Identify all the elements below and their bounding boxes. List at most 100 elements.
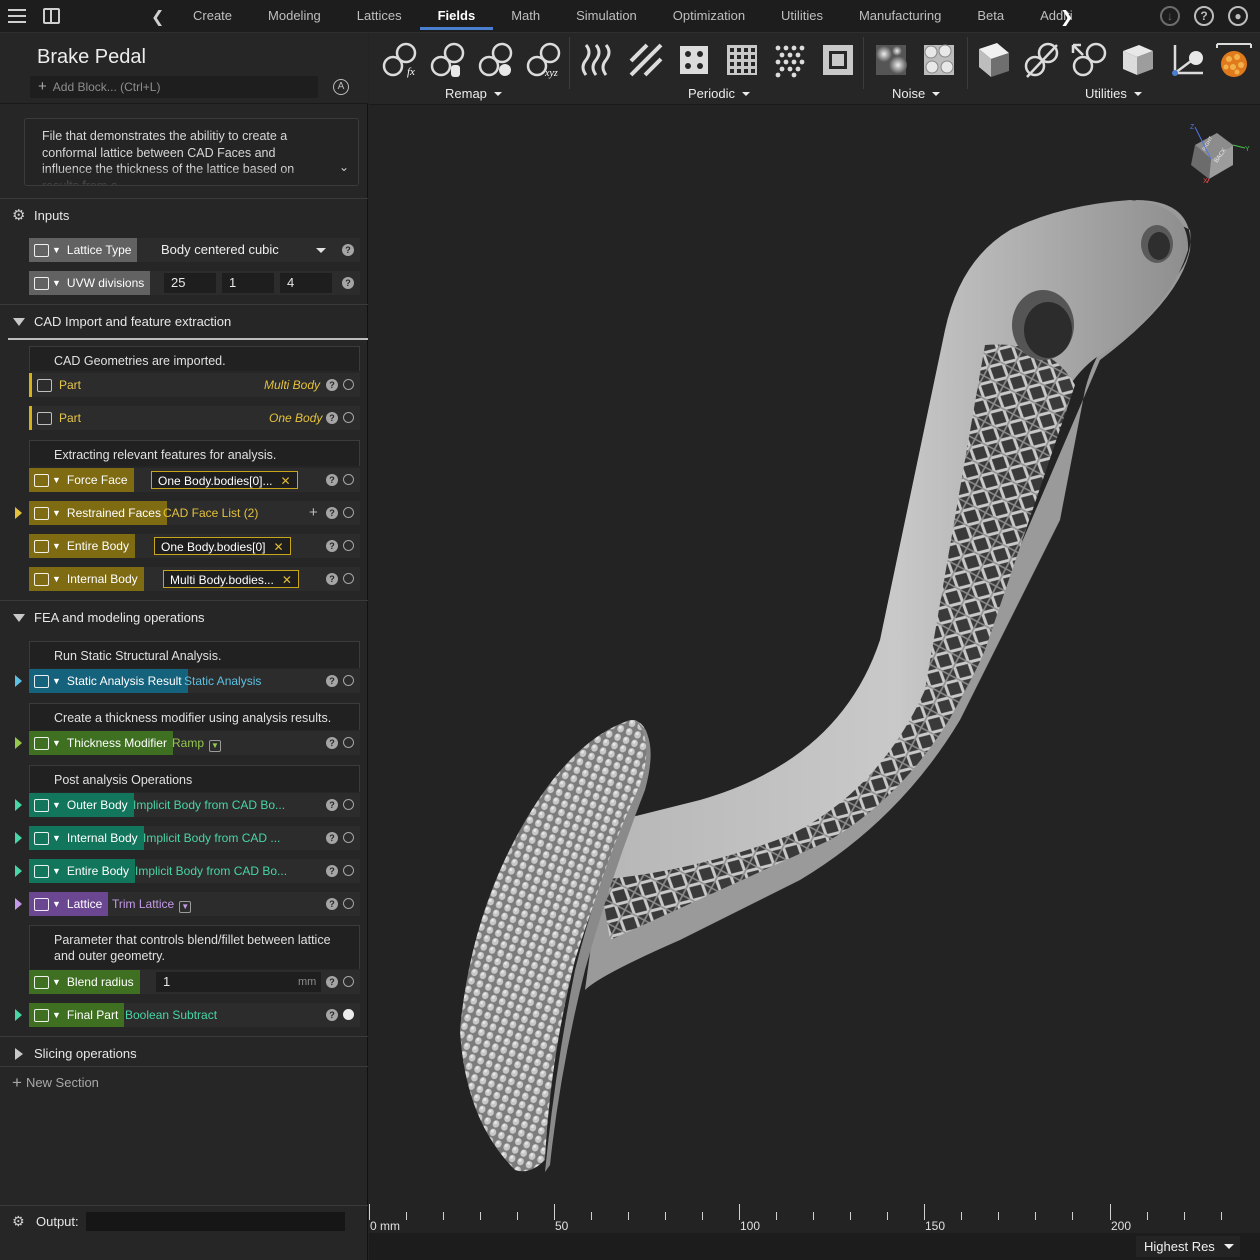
outer-body-chip[interactable]: ▼ Outer Body <box>29 793 134 817</box>
utilities-group-label[interactable]: Utilities <box>1085 86 1142 101</box>
download-icon[interactable]: ↓ <box>1160 6 1180 26</box>
help-icon[interactable]: ? <box>326 412 338 424</box>
lattice-type-select[interactable]: Body centered cubic <box>154 238 334 262</box>
force-face-value[interactable]: One Body.bodies[0]... ✕ <box>151 471 298 489</box>
uvw-chip[interactable]: ▼ UVW divisions <box>29 271 151 295</box>
thickness-modifier-chip[interactable]: ▼ Thickness Modifier <box>29 731 173 755</box>
remove-icon[interactable]: ✕ <box>281 474 291 488</box>
tab-beta[interactable]: Beta <box>959 0 1022 32</box>
chevron-left-icon[interactable]: ❮ <box>151 7 165 26</box>
cube-outline-icon[interactable] <box>1117 39 1159 81</box>
help-icon[interactable]: ? <box>326 799 338 811</box>
3d-viewport[interactable]: BACK RIGHT Z Y X <box>369 105 1260 1233</box>
new-section-button[interactable]: + New Section <box>12 1073 99 1093</box>
tab-utilities[interactable]: Utilities <box>763 0 841 32</box>
user-account-icon[interactable]: ● <box>1228 6 1248 26</box>
remove-icon[interactable]: ✕ <box>282 573 292 587</box>
help-icon[interactable]: ? <box>326 898 338 910</box>
help-icon[interactable]: ? <box>326 507 338 519</box>
dots-periodic-icon[interactable] <box>673 39 715 81</box>
add-icon[interactable]: + <box>309 501 318 525</box>
outer-body-value[interactable]: Implicit Body from CAD Bo... <box>133 793 285 817</box>
expand-triangle-icon[interactable] <box>15 865 22 877</box>
output-port-icon[interactable] <box>343 976 354 987</box>
entire-body-chip[interactable]: ▼ Entire Body <box>29 534 135 558</box>
voronoi-sphere-icon[interactable] <box>1213 39 1255 81</box>
internal-body-value[interactable]: Multi Body.bodies... ✕ <box>163 570 299 588</box>
lattice-type-chip[interactable]: ▼ Lattice Type <box>29 238 138 262</box>
toggle-panel-icon[interactable] <box>43 8 60 24</box>
add-block-input[interactable]: + Add Block... (Ctrl+L) <box>30 76 318 98</box>
tab-fields[interactable]: Fields <box>419 0 494 32</box>
help-icon[interactable]: ? <box>342 244 354 256</box>
expand-triangle-icon[interactable] <box>15 799 22 811</box>
help-icon[interactable]: ? <box>326 832 338 844</box>
part-chip[interactable]: Part <box>29 373 88 397</box>
remap-fx-icon[interactable]: fx <box>379 39 421 81</box>
final-part-value[interactable]: Boolean Subtract <box>125 1003 217 1027</box>
remap-sphere-icon[interactable] <box>475 39 517 81</box>
remap-cylinder-icon[interactable] <box>427 39 469 81</box>
lattice-chip[interactable]: ▼ Lattice <box>29 892 109 916</box>
force-face-chip[interactable]: ▼ Force Face <box>29 468 134 492</box>
part-filename[interactable]: One Body <box>269 406 322 430</box>
expand-triangle-icon[interactable] <box>15 737 22 749</box>
help-icon[interactable]: ? <box>326 865 338 877</box>
smart-search-icon[interactable]: A <box>333 79 349 95</box>
uvw-u-input[interactable]: 25 <box>164 273 216 293</box>
uvw-w-input[interactable]: 4 <box>280 273 332 293</box>
output-port-icon[interactable] <box>343 799 354 810</box>
chevron-down-icon[interactable]: ▼ <box>179 901 192 913</box>
help-icon[interactable]: ? <box>342 277 354 289</box>
periodic-group-label[interactable]: Periodic <box>688 86 750 101</box>
fea-section-header[interactable]: FEA and modeling operations <box>0 600 368 634</box>
lattice-value[interactable]: Trim Lattice ▼ <box>112 892 192 916</box>
help-icon[interactable]: ? <box>326 976 338 988</box>
slicing-section-header[interactable]: Slicing operations <box>0 1036 368 1070</box>
output-port-icon[interactable] <box>343 898 354 909</box>
stripes-periodic-icon[interactable] <box>625 39 667 81</box>
static-analysis-value[interactable]: Static Analysis <box>184 669 261 693</box>
noise-blur-icon[interactable] <box>870 39 912 81</box>
remap-xyz-icon[interactable]: xyz <box>523 39 565 81</box>
output-port-icon[interactable] <box>343 737 354 748</box>
expand-description-icon[interactable]: ⌄ <box>339 159 349 176</box>
cad-section-header[interactable]: CAD Import and feature extraction <box>0 304 368 340</box>
output-port-icon[interactable] <box>343 865 354 876</box>
entire-body-value[interactable]: One Body.bodies[0] ✕ <box>154 537 291 555</box>
dot-grid-periodic-icon[interactable] <box>769 39 811 81</box>
wave-periodic-icon[interactable] <box>577 39 619 81</box>
noise-cellular-icon[interactable] <box>918 39 960 81</box>
output-port-icon[interactable] <box>343 412 354 423</box>
remap-group-label[interactable]: Remap <box>445 86 502 101</box>
tab-manufacturing[interactable]: Manufacturing <box>841 0 959 32</box>
grid-periodic-icon[interactable] <box>721 39 763 81</box>
box-field-icon[interactable] <box>973 39 1015 81</box>
resolution-select[interactable]: Highest Res <box>1136 1236 1240 1257</box>
tile-periodic-icon[interactable] <box>817 39 859 81</box>
part-chip[interactable]: Part <box>29 406 88 430</box>
point-distance-icon[interactable] <box>1165 39 1207 81</box>
output-port-icon[interactable] <box>343 379 354 390</box>
help-icon[interactable]: ? <box>326 737 338 749</box>
tab-simulation[interactable]: Simulation <box>558 0 655 32</box>
expand-triangle-icon[interactable] <box>15 1009 22 1021</box>
view-cube[interactable]: BACK RIGHT Z Y X <box>1187 123 1251 183</box>
blend-radius-chip[interactable]: ▼ Blend radius <box>29 970 140 994</box>
expand-triangle-icon[interactable] <box>15 832 22 844</box>
output-field[interactable] <box>86 1212 345 1231</box>
internal-body-implicit-value[interactable]: Implicit Body from CAD ... <box>143 826 280 850</box>
chevron-right-icon[interactable]: ❯ <box>1060 7 1073 27</box>
final-part-chip[interactable]: ▼ Final Part <box>29 1003 125 1027</box>
tab-math[interactable]: Math <box>493 0 558 32</box>
help-icon[interactable]: ? <box>326 540 338 552</box>
expand-triangle-icon[interactable] <box>15 675 22 687</box>
output-port-icon[interactable] <box>343 573 354 584</box>
entire-body-implicit-value[interactable]: Implicit Body from CAD Bo... <box>135 859 287 883</box>
help-icon[interactable]: ? <box>326 573 338 585</box>
entire-body-implicit-chip[interactable]: ▼ Entire Body <box>29 859 135 883</box>
tab-modeling[interactable]: Modeling <box>250 0 339 32</box>
part-filename[interactable]: Multi Body <box>264 373 320 397</box>
expand-triangle-icon[interactable] <box>15 898 22 910</box>
internal-body-chip[interactable]: ▼ Internal Body <box>29 567 144 591</box>
